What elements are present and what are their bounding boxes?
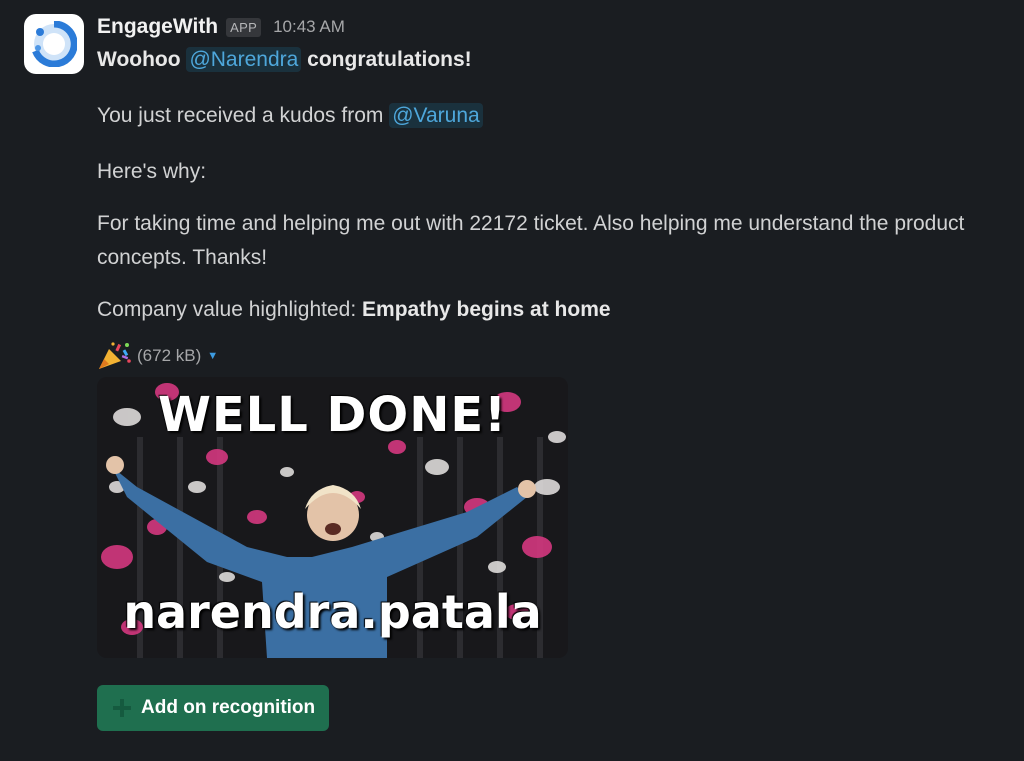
attachment-header[interactable]: (672 kB) ▼ bbox=[97, 341, 1024, 371]
party-popper-icon bbox=[99, 342, 131, 369]
message: EngageWith APP 10:43 AM Woohoo @Narendra… bbox=[0, 0, 1024, 761]
company-value-label: Company value highlighted: bbox=[97, 298, 357, 321]
mention-narendra[interactable]: @Narendra bbox=[186, 47, 302, 72]
why-label: Here's why: bbox=[97, 160, 207, 183]
attachment-size: (672 kB) bbox=[137, 346, 202, 365]
mention-varuna[interactable]: @Varuna bbox=[389, 103, 483, 128]
greeting-trail: congratulations! bbox=[307, 48, 472, 71]
engagewith-logo-icon bbox=[32, 21, 77, 67]
app-badge: APP bbox=[226, 17, 262, 37]
kudos-line: You just received a kudos from @Varuna bbox=[97, 98, 1024, 134]
well-done-gif[interactable]: WELL DONE! narendra.patala bbox=[97, 377, 568, 658]
plus-icon bbox=[111, 697, 133, 719]
add-on-recognition-label: Add on recognition bbox=[141, 697, 316, 718]
reason-text: For taking time and helping me out with … bbox=[97, 212, 965, 269]
company-value-name: Empathy begins at home bbox=[362, 298, 611, 321]
sender-name[interactable]: EngageWith bbox=[97, 15, 218, 39]
gif-top-caption: WELL DONE! bbox=[157, 387, 508, 443]
message-header: EngageWith APP 10:43 AM bbox=[97, 10, 1024, 44]
greeting-line: Woohoo @Narendra congratulations! bbox=[97, 42, 1024, 78]
add-on-recognition-button[interactable]: Add on recognition bbox=[97, 685, 330, 731]
greeting-lead: Woohoo bbox=[97, 48, 181, 71]
kudos-text: You just received a kudos from bbox=[97, 104, 384, 127]
message-timestamp[interactable]: 10:43 AM bbox=[273, 17, 345, 37]
company-value-line: Company value highlighted: Empathy begin… bbox=[97, 292, 1024, 328]
app-avatar[interactable] bbox=[24, 14, 84, 74]
collapse-caret-icon[interactable]: ▼ bbox=[207, 350, 218, 362]
message-content: EngageWith APP 10:43 AM Woohoo @Narendra… bbox=[97, 10, 1024, 731]
gif-bottom-caption: narendra.patala bbox=[123, 585, 542, 639]
